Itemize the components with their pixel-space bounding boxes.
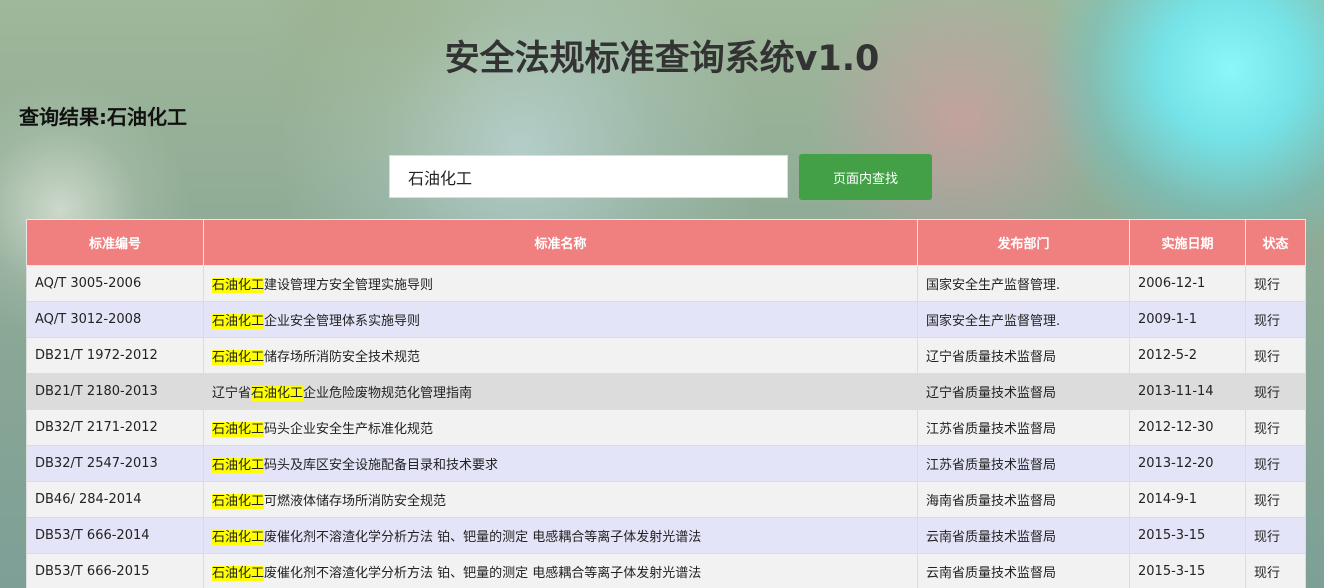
cell-name: 辽宁省石油化工企业危险废物规范化管理指南 bbox=[203, 373, 918, 410]
table-row[interactable]: DB21/T 2180-2013 辽宁省石油化工企业危险废物规范化管理指南 辽宁省质… bbox=[26, 373, 1306, 410]
cell-code: DB21/T 2180-2013 bbox=[26, 373, 204, 410]
search-highlight: 石油化工 bbox=[212, 566, 265, 581]
search-input[interactable] bbox=[389, 155, 788, 198]
cell-status: 现行 bbox=[1245, 373, 1306, 410]
cell-name: 石油化工可燃液体储存场所消防安全规范 bbox=[203, 481, 918, 518]
cell-dept: 国家安全生产监督管理. bbox=[917, 301, 1130, 338]
column-header-status[interactable]: 状态 bbox=[1245, 219, 1306, 266]
results-table-container: 标准编号 标准名称 发布部门 实施日期 状态 AQ/T 3005-2006 石油化… bbox=[26, 219, 1306, 588]
cell-name: 石油化工建设管理方安全管理实施导则 bbox=[203, 265, 918, 302]
cell-status: 现行 bbox=[1245, 517, 1306, 554]
table-row[interactable]: DB46/ 284-2014 石油化工可燃液体储存场所消防安全规范 海南省质量技术监… bbox=[26, 481, 1306, 518]
cell-status: 现行 bbox=[1245, 481, 1306, 518]
cell-dept: 国家安全生产监督管理. bbox=[917, 265, 1130, 302]
cell-name: 石油化工企业安全管理体系实施导则 bbox=[203, 301, 918, 338]
cell-dept: 辽宁省质量技术监督局 bbox=[917, 337, 1130, 374]
cell-code: DB32/T 2547-2013 bbox=[26, 445, 204, 482]
search-highlight: 石油化工 bbox=[212, 314, 265, 329]
result-heading: 查询结果:石油化工 bbox=[19, 105, 187, 129]
cell-code: DB53/T 666-2014 bbox=[26, 517, 204, 554]
cell-date: 2015-3-15 bbox=[1129, 517, 1246, 554]
page-title: 安全法规标准查询系统v1.0 bbox=[444, 39, 880, 79]
column-header-code[interactable]: 标准编号 bbox=[26, 219, 204, 266]
search-highlight: 石油化工 bbox=[212, 458, 265, 473]
table-row[interactable]: DB32/T 2171-2012 石油化工码头企业安全生产标准化规范 江苏省质量技术… bbox=[26, 409, 1306, 446]
cell-date: 2015-3-15 bbox=[1129, 553, 1246, 588]
cell-date: 2014-9-1 bbox=[1129, 481, 1246, 518]
cell-date: 2009-1-1 bbox=[1129, 301, 1246, 338]
column-header-date[interactable]: 实施日期 bbox=[1129, 219, 1246, 266]
cell-date: 2006-12-1 bbox=[1129, 265, 1246, 302]
table-row[interactable]: AQ/T 3012-2008 石油化工企业安全管理体系实施导则 国家安全生产监督管理… bbox=[26, 301, 1306, 338]
cell-code: AQ/T 3012-2008 bbox=[26, 301, 204, 338]
search-highlight: 石油化工 bbox=[251, 386, 304, 401]
find-in-page-button[interactable]: 页面内查找 bbox=[799, 154, 932, 200]
cell-name: 石油化工码头企业安全生产标准化规范 bbox=[203, 409, 918, 446]
cell-code: DB21/T 1972-2012 bbox=[26, 337, 204, 374]
cell-date: 2012-5-2 bbox=[1129, 337, 1246, 374]
cell-code: AQ/T 3005-2006 bbox=[26, 265, 204, 302]
search-highlight: 石油化工 bbox=[212, 422, 265, 437]
cell-status: 现行 bbox=[1245, 337, 1306, 374]
column-header-dept[interactable]: 发布部门 bbox=[917, 219, 1130, 266]
cell-status: 现行 bbox=[1245, 553, 1306, 588]
cell-dept: 江苏省质量技术监督局 bbox=[917, 445, 1130, 482]
cell-code: DB32/T 2171-2012 bbox=[26, 409, 204, 446]
cell-dept: 云南省质量技术监督局 bbox=[917, 553, 1130, 588]
cell-code: DB53/T 666-2015 bbox=[26, 553, 204, 588]
column-header-name[interactable]: 标准名称 bbox=[203, 219, 918, 266]
search-highlight: 石油化工 bbox=[212, 350, 265, 365]
cell-date: 2013-12-20 bbox=[1129, 445, 1246, 482]
table-row[interactable]: DB32/T 2547-2013 石油化工码头及库区安全设施配备目录和技术要求 江苏… bbox=[26, 445, 1306, 482]
cell-code: DB46/ 284-2014 bbox=[26, 481, 204, 518]
cell-name: 石油化工码头及库区安全设施配备目录和技术要求 bbox=[203, 445, 918, 482]
cell-status: 现行 bbox=[1245, 301, 1306, 338]
cell-name: 石油化工废催化剂不溶渣化学分析方法 铂、钯量的测定 电感耦合等离子体发射光谱法 bbox=[203, 517, 918, 554]
cell-dept: 辽宁省质量技术监督局 bbox=[917, 373, 1130, 410]
cell-date: 2013-11-14 bbox=[1129, 373, 1246, 410]
cell-dept: 江苏省质量技术监督局 bbox=[917, 409, 1130, 446]
search-highlight: 石油化工 bbox=[212, 530, 265, 545]
search-highlight: 石油化工 bbox=[212, 278, 265, 293]
table-body: AQ/T 3005-2006 石油化工建设管理方安全管理实施导则 国家安全生产监督管… bbox=[26, 265, 1306, 588]
cell-name: 石油化工储存场所消防安全技术规范 bbox=[203, 337, 918, 374]
table-row[interactable]: DB21/T 1972-2012 石油化工储存场所消防安全技术规范 辽宁省质量技术监… bbox=[26, 337, 1306, 374]
table-row[interactable]: DB53/T 666-2015 石油化工废催化剂不溶渣化学分析方法 铂、钯量的测定… bbox=[26, 553, 1306, 588]
search-highlight: 石油化工 bbox=[212, 494, 265, 509]
cell-status: 现行 bbox=[1245, 409, 1306, 446]
cell-status: 现行 bbox=[1245, 445, 1306, 482]
results-table: 标准编号 标准名称 发布部门 实施日期 状态 AQ/T 3005-2006 石油化… bbox=[26, 219, 1306, 588]
cell-dept: 云南省质量技术监督局 bbox=[917, 517, 1130, 554]
table-header-row: 标准编号 标准名称 发布部门 实施日期 状态 bbox=[26, 219, 1306, 266]
table-row[interactable]: DB53/T 666-2014 石油化工废催化剂不溶渣化学分析方法 铂、钯量的测定… bbox=[26, 517, 1306, 554]
cell-status: 现行 bbox=[1245, 265, 1306, 302]
cell-date: 2012-12-30 bbox=[1129, 409, 1246, 446]
cell-name: 石油化工废催化剂不溶渣化学分析方法 铂、钯量的测定 电感耦合等离子体发射光谱法 bbox=[203, 553, 918, 588]
table-row[interactable]: AQ/T 3005-2006 石油化工建设管理方安全管理实施导则 国家安全生产监督管… bbox=[26, 265, 1306, 302]
cell-dept: 海南省质量技术监督局 bbox=[917, 481, 1130, 518]
